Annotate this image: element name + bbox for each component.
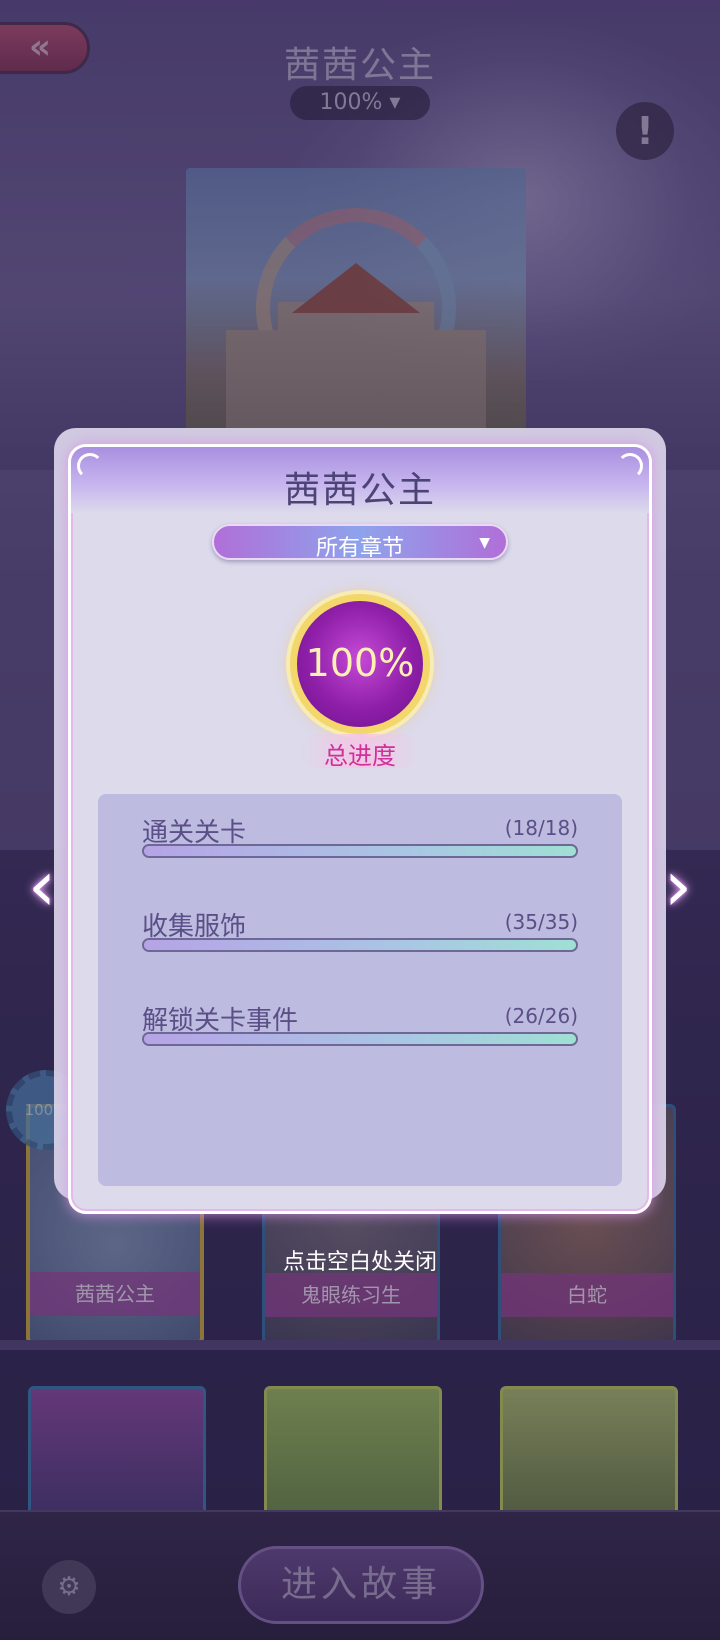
chapter-dropdown[interactable]: 所有章节 ▼	[212, 524, 508, 561]
stat-bar-fill	[144, 940, 576, 950]
total-progress-label: 总进度	[324, 742, 396, 770]
total-progress-ring: 100%	[290, 594, 430, 734]
chapter-dropdown-label: 所有章节	[315, 536, 404, 561]
stat-count-outfits: (35/35)	[504, 910, 578, 934]
stat-count-events: (26/26)	[504, 1004, 578, 1028]
stat-bar-fill	[144, 1034, 576, 1044]
stat-bar-outfits	[142, 938, 578, 952]
prev-story-arrow[interactable]: ‹	[12, 838, 72, 934]
caret-down-icon: ▼	[479, 535, 490, 551]
total-progress-value: 100%	[305, 641, 415, 685]
next-story-arrow[interactable]: ›	[648, 838, 708, 934]
stat-count-levels: (18/18)	[504, 816, 578, 840]
stat-bar-fill	[144, 846, 576, 856]
stat-bar-levels	[142, 844, 578, 858]
modal-title: 茜茜公主	[283, 470, 436, 511]
stat-bar-events	[142, 1032, 578, 1046]
close-hint: 点击空白处关闭	[282, 1250, 437, 1275]
